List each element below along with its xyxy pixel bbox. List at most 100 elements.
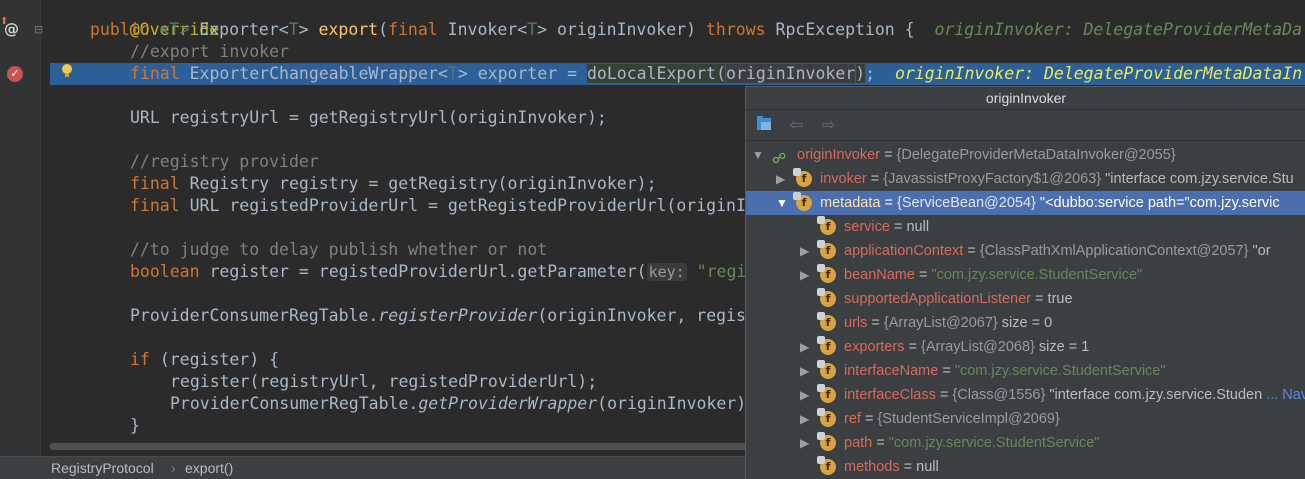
tree-row[interactable]: f methods = null bbox=[746, 455, 1305, 479]
tree-row[interactable]: ▶ f invoker = {JavassistProxyFactory$1@2… bbox=[746, 167, 1305, 191]
debug-value-popup[interactable]: originInvoker ⇦ ⇨ ▼ ☍ originInvoker = {D… bbox=[745, 86, 1305, 479]
field-icon: f bbox=[817, 312, 836, 331]
horizontal-scrollbar[interactable] bbox=[50, 443, 750, 450]
popup-title: originInvoker bbox=[746, 87, 1305, 110]
field-icon: f bbox=[817, 288, 836, 307]
intention-bulb-icon[interactable] bbox=[60, 63, 74, 77]
variable-ref: {StudentServiceImpl@2069} bbox=[877, 411, 1060, 427]
tree-row[interactable]: ▶ f path = "com.jzy.service.StudentServi… bbox=[746, 431, 1305, 455]
tree-row[interactable]: ▶ f interfaceName = "com.jzy.service.Stu… bbox=[746, 359, 1305, 383]
collapse-arrow-icon[interactable]: ▼ bbox=[776, 191, 788, 215]
field-icon: f bbox=[817, 240, 836, 259]
keyword: final bbox=[388, 20, 448, 39]
back-arrow-icon[interactable]: ⇦ bbox=[790, 115, 803, 135]
variable-value: null bbox=[916, 459, 939, 475]
code-text: (originInvoker) bbox=[597, 394, 747, 413]
string-literal: "regi bbox=[686, 262, 747, 281]
breadcrumb-class[interactable]: RegistryProtocol bbox=[51, 457, 154, 479]
expand-arrow-icon[interactable]: ▶ bbox=[776, 167, 788, 191]
inline-debug-value: originInvoker: DelegateProviderMetaDataI… bbox=[894, 64, 1303, 83]
collapse-arrow-icon[interactable]: ▼ bbox=[752, 143, 764, 167]
variable-value: size = 0 bbox=[997, 315, 1053, 331]
variable-name: urls bbox=[844, 315, 868, 331]
code-text: ( bbox=[378, 20, 389, 39]
variable-name: path bbox=[844, 435, 873, 451]
code-text: URL registedProviderUrl = getRegistedPro… bbox=[189, 196, 746, 215]
navigate-link[interactable]: ... Nav bbox=[1266, 387, 1305, 403]
breakpoint-icon[interactable]: ✓ bbox=[7, 66, 23, 82]
variable-name: supportedApplicationListener bbox=[844, 291, 1032, 307]
equals-sign: = bbox=[872, 435, 889, 451]
variables-tree[interactable]: ▼ ☍ originInvoker = {DelegateProviderMet… bbox=[746, 143, 1305, 479]
variable-ref: {ArrayList@2067} bbox=[883, 315, 998, 331]
variable-value: "interface com.jzy.service.Stu bbox=[1101, 171, 1294, 187]
expand-arrow-icon[interactable]: ▶ bbox=[800, 263, 812, 287]
expand-arrow-icon[interactable]: ▶ bbox=[800, 239, 812, 263]
popup-toolbar: ⇦ ⇨ bbox=[746, 110, 1305, 141]
tree-row[interactable]: ▶ f applicationContext = {ClassPathXmlAp… bbox=[746, 239, 1305, 263]
generic-type: T bbox=[527, 20, 538, 39]
variable-name: originInvoker bbox=[797, 147, 881, 163]
variable-value: size = 1 bbox=[1034, 339, 1090, 355]
inline-debug-value: originInvoker: DelegateProviderMetaDa bbox=[934, 20, 1303, 39]
variable-name: beanName bbox=[844, 267, 915, 283]
variable-name: ref bbox=[844, 411, 861, 427]
generic-type: T bbox=[447, 64, 458, 83]
expand-arrow-icon[interactable]: ▶ bbox=[800, 335, 812, 359]
field-icon: f bbox=[817, 336, 836, 355]
variable-name: methods bbox=[844, 459, 900, 475]
expand-arrow-icon[interactable]: ▶ bbox=[800, 359, 812, 383]
tree-row[interactable]: ▶ f interfaceClass = {Class@1556} "inter… bbox=[746, 383, 1305, 407]
equals-sign: = bbox=[1031, 291, 1048, 307]
breadcrumb-method[interactable]: export() bbox=[185, 457, 233, 479]
tree-row[interactable]: ▶ f exporters = {ArrayList@2068} size = … bbox=[746, 335, 1305, 359]
equals-sign: = bbox=[867, 315, 884, 331]
field-icon: f bbox=[817, 408, 836, 427]
keyword: public bbox=[90, 20, 160, 39]
method-call-highlight: ) bbox=[855, 64, 866, 83]
code-line: public <T> Exporter<T> export(final Invo… bbox=[90, 19, 1305, 41]
field-icon: f bbox=[793, 192, 812, 211]
code-text: > originInvoker) bbox=[537, 20, 706, 39]
variable-ref: {ServiceBean@2054} bbox=[897, 195, 1036, 211]
code-text: ProviderConsumerRegTable. bbox=[130, 306, 379, 325]
tree-row-selected[interactable]: ▼ f metadata = {ServiceBean@2054} "<dubb… bbox=[746, 191, 1305, 215]
method-name: export bbox=[318, 20, 379, 39]
expand-arrow-icon[interactable]: ▶ bbox=[800, 383, 812, 407]
variable-name: interfaceName bbox=[844, 363, 939, 379]
keyword: throws bbox=[705, 20, 776, 39]
code-line: //export invoker bbox=[130, 41, 1305, 63]
breadcrumb-separator: › bbox=[171, 460, 176, 476]
forward-arrow-icon[interactable]: ⇨ bbox=[822, 115, 835, 135]
add-to-watches-icon[interactable] bbox=[756, 115, 778, 138]
method-call-highlight: doLocalExport( bbox=[586, 64, 727, 83]
code-text: (originInvoker, regis bbox=[537, 306, 746, 325]
expression-highlight[interactable]: originInvoker bbox=[725, 63, 857, 84]
equals-sign: = bbox=[904, 339, 921, 355]
generic-type: <T> bbox=[159, 20, 190, 39]
tree-row[interactable]: f service = null bbox=[746, 215, 1305, 239]
variable-value: "<dubbo:service path="com.jzy.servic bbox=[1035, 195, 1280, 211]
tree-row[interactable]: ▶ f ref = {StudentServiceImpl@2069} bbox=[746, 407, 1305, 431]
variable-name: metadata bbox=[820, 195, 881, 211]
current-execution-line: final ExporterChangeableWrapper<T> expor… bbox=[50, 63, 1305, 85]
expand-arrow-icon[interactable]: ▶ bbox=[800, 431, 812, 455]
equals-sign: = bbox=[860, 411, 878, 427]
field-icon: f bbox=[817, 456, 836, 475]
variable-name: invoker bbox=[820, 171, 867, 187]
field-icon: f bbox=[817, 264, 836, 283]
tree-row[interactable]: ▼ ☍ originInvoker = {DelegateProviderMet… bbox=[746, 143, 1305, 167]
tree-row[interactable]: f urls = {ArrayList@2067} size = 0 bbox=[746, 311, 1305, 335]
variable-ref: {JavassistProxyFactory$1@2063} bbox=[883, 171, 1102, 187]
tree-row[interactable]: f supportedApplicationListener = true bbox=[746, 287, 1305, 311]
tree-row[interactable]: ▶ f beanName = "com.jzy.service.StudentS… bbox=[746, 263, 1305, 287]
variable-ref: {ArrayList@2068} bbox=[920, 339, 1035, 355]
keyword: final bbox=[130, 174, 190, 193]
fold-marker-icon[interactable]: ⊟ bbox=[34, 23, 43, 36]
static-method: registerProvider bbox=[378, 306, 538, 325]
code-text: RpcException { bbox=[775, 20, 915, 39]
field-icon: f bbox=[817, 384, 836, 403]
override-method-icon[interactable]: @ bbox=[4, 20, 19, 38]
string-value: "com.jzy.service.StudentService" bbox=[954, 363, 1166, 379]
expand-arrow-icon[interactable]: ▶ bbox=[800, 407, 812, 431]
